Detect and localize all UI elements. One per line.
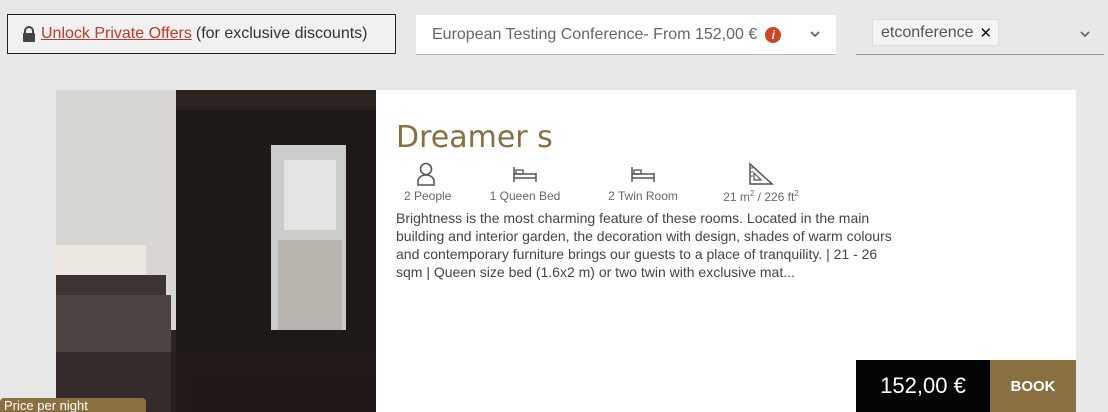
chevron-down-icon	[810, 31, 820, 38]
promo-tag: etconference ✕	[872, 19, 1000, 46]
person-icon	[416, 161, 436, 187]
chevron-down-icon	[1080, 31, 1090, 38]
room-card: Dreamer s 2 People 1 Queen Bed 2 Twin Ro…	[56, 90, 1076, 412]
feature-label: 21 m2 / 226 ft2	[723, 189, 799, 204]
booking-filter-bar: Unlock Private Offers (for exclusive dis…	[0, 0, 1108, 90]
feature-label: 1 Queen Bed	[489, 189, 561, 203]
area-sqft: / 226 ft	[754, 190, 795, 204]
feature-label: 2 People	[404, 189, 452, 203]
promo-tag-label: etconference	[881, 23, 974, 41]
price-per-night-tab[interactable]: Price per night	[0, 398, 146, 412]
close-icon[interactable]: ✕	[980, 24, 993, 42]
unlock-offers-suffix: (for exclusive discounts)	[195, 25, 368, 42]
area-sqft-exp: 2	[794, 189, 799, 198]
room-price: 152,00 €	[856, 360, 990, 412]
feature-twin-bed: 2 Twin Room	[584, 161, 702, 209]
area-icon	[748, 161, 774, 187]
unlock-private-offers[interactable]: Unlock Private Offers (for exclusive dis…	[7, 14, 396, 54]
book-button[interactable]: BOOK	[990, 360, 1076, 412]
area-sqm: 21 m	[723, 190, 750, 204]
feature-label: 2 Twin Room	[608, 189, 678, 203]
twin-bed-icon	[630, 161, 656, 187]
room-description: Brightness is the most charming feature …	[396, 210, 892, 280]
rate-select-dropdown[interactable]: European Testing Conference- From 152,00…	[416, 15, 836, 55]
feature-area: 21 m2 / 226 ft2	[702, 161, 820, 209]
feature-people: 2 People	[396, 161, 466, 209]
queen-bed-icon	[512, 161, 538, 187]
room-info: Dreamer s 2 People 1 Queen Bed 2 Twin Ro…	[396, 120, 916, 281]
room-features: 2 People 1 Queen Bed 2 Twin Room 21 m2 /…	[396, 161, 916, 209]
info-icon[interactable]: i	[765, 26, 782, 43]
room-title[interactable]: Dreamer s	[396, 120, 916, 155]
rate-select-value: European Testing Conference- From 152,00…	[432, 25, 758, 43]
lock-icon	[22, 26, 36, 42]
feature-queen-bed: 1 Queen Bed	[466, 161, 584, 209]
unlock-offers-link[interactable]: Unlock Private Offers	[41, 25, 192, 43]
room-photo[interactable]	[56, 90, 376, 412]
promo-code-select[interactable]: etconference ✕	[856, 15, 1104, 55]
